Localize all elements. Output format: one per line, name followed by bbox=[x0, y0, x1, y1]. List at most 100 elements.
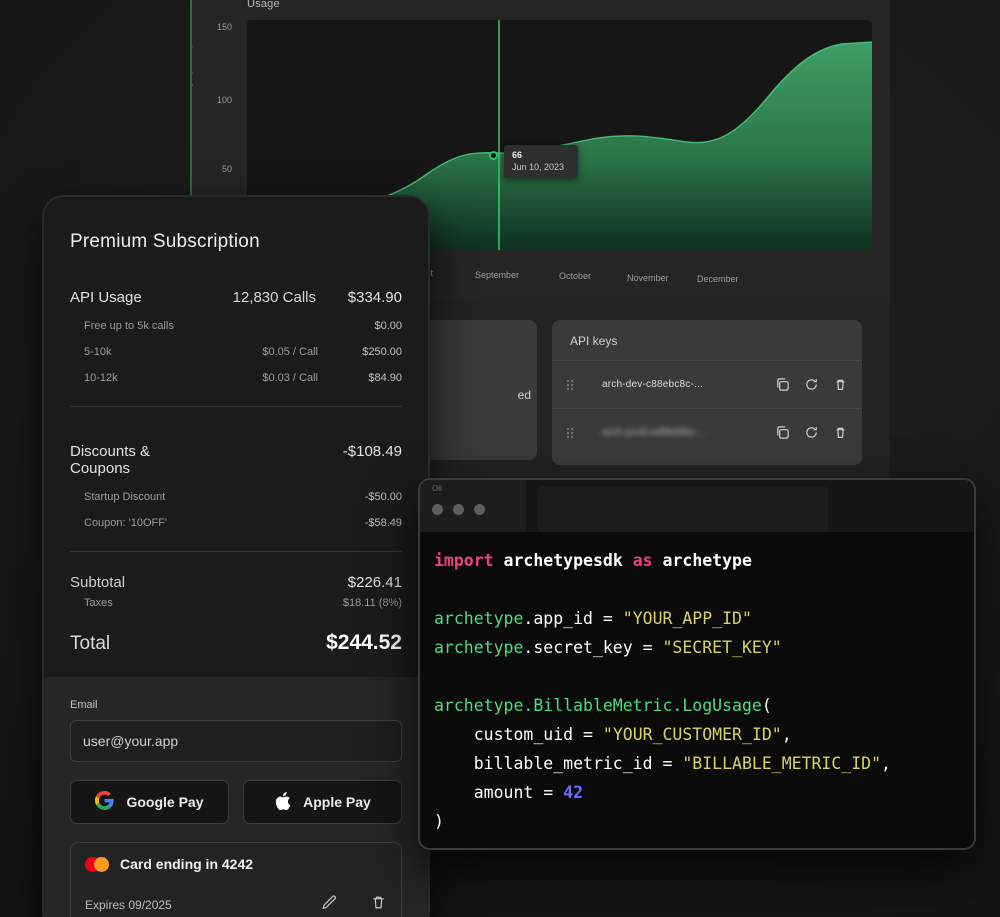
invoice-line-item: Startup Discount -$50.00 bbox=[70, 491, 402, 503]
code-token: .secret_key bbox=[523, 638, 633, 657]
subtotal-row: Subtotal $226.41 bbox=[70, 574, 402, 591]
invoice-line-name: Free up to 5k calls bbox=[84, 320, 174, 332]
pencil-icon[interactable] bbox=[321, 894, 338, 916]
invoice-line-rate: $0.03 / Call bbox=[262, 372, 318, 384]
invoice-line-item: Free up to 5k calls $0.00 bbox=[70, 320, 402, 332]
invoice-line-amount: -$58.49 bbox=[364, 517, 402, 529]
code-line: ) bbox=[434, 807, 974, 836]
refresh-icon[interactable] bbox=[804, 425, 819, 440]
subtotal-amount: $226.41 bbox=[347, 574, 402, 591]
invoice-line-name: Coupon: '10OFF' bbox=[84, 517, 168, 529]
chart-y-tick-50: 50 bbox=[221, 164, 232, 174]
chart-hover-point bbox=[489, 151, 498, 160]
saved-card-footer: Expires 09/2025 bbox=[85, 894, 387, 916]
chart-x-tick-october: October bbox=[559, 271, 592, 281]
taxes-label: Taxes bbox=[84, 597, 113, 609]
code-window-tab-label: Oli bbox=[432, 484, 442, 493]
trash-icon[interactable] bbox=[833, 377, 848, 392]
chart-x-tick-december: December bbox=[697, 274, 739, 284]
invoice-section-name: API Usage bbox=[70, 289, 142, 306]
close-dot-icon[interactable] bbox=[432, 504, 443, 515]
code-token: archetype bbox=[434, 609, 524, 628]
code-token: = bbox=[573, 725, 603, 744]
code-token: = bbox=[533, 783, 564, 802]
google-pay-button[interactable]: Google Pay bbox=[70, 780, 229, 824]
email-label: Email bbox=[70, 699, 98, 711]
api-keys-card: API keys arch-dev-c88ebc8c-... arch-prod… bbox=[552, 320, 862, 465]
refresh-icon[interactable] bbox=[804, 377, 819, 392]
code-line: billable_metric_id = "BILLABLE_METRIC_ID… bbox=[434, 749, 974, 778]
code-token: "SECRET_KEY" bbox=[662, 638, 782, 657]
api-key-row[interactable]: arch-prod-a4f8e99a-... bbox=[552, 408, 862, 456]
divider bbox=[70, 551, 402, 552]
google-icon bbox=[95, 791, 115, 813]
checkout-card: Premium Subscription API Usage 12,830 Ca… bbox=[42, 195, 430, 917]
google-pay-label: Google Pay bbox=[126, 794, 204, 810]
subtotal-label: Subtotal bbox=[70, 574, 126, 591]
chart-y-tick-150: 150 bbox=[216, 22, 232, 32]
payment-section: Email Google Pay bbox=[44, 677, 428, 917]
code-line: archetype.BillableMetric.LogUsage( bbox=[434, 691, 974, 720]
code-token: 42 bbox=[563, 783, 584, 802]
invoice-line-item: 10-12k $0.03 / Call $84.90 bbox=[70, 372, 402, 384]
copy-icon[interactable] bbox=[775, 425, 790, 440]
code-token: amount bbox=[434, 783, 534, 802]
code-line: amount = 42 bbox=[434, 778, 974, 807]
total-amount: $244.52 bbox=[326, 631, 402, 654]
code-token: "BILLABLE_METRIC_ID" bbox=[682, 754, 882, 773]
apple-pay-button[interactable]: Apple Pay bbox=[243, 780, 402, 824]
code-token: = bbox=[592, 609, 623, 628]
trash-icon[interactable] bbox=[370, 894, 387, 916]
chart-y-axis-label: Usage (k calls) bbox=[190, 44, 193, 102]
chart-x-tick-november: November bbox=[627, 273, 669, 283]
code-token: .app_id bbox=[523, 609, 593, 628]
screen-root: Usage Usage (k calls) 150 100 50 66 Jun … bbox=[0, 0, 1000, 917]
code-token: ( bbox=[761, 696, 772, 715]
maximize-dot-icon[interactable] bbox=[474, 504, 485, 515]
code-window-titlebar: Oli bbox=[420, 480, 974, 532]
api-keys-title: API keys bbox=[570, 334, 618, 348]
code-line: archetype.secret_key = "SECRET_KEY" bbox=[434, 633, 974, 662]
api-key-row[interactable]: arch-dev-c88ebc8c-... bbox=[552, 360, 862, 408]
invoice-section-header: Discounts & Coupons -$108.49 bbox=[70, 443, 402, 477]
chart-tooltip: 66 Jun 10, 2023 bbox=[504, 145, 578, 178]
taxes-amount: $18.11 (8%) bbox=[342, 597, 402, 609]
api-key-value: arch-prod-a4f8e99a-... bbox=[602, 427, 706, 438]
invoice-line-name: 10-12k bbox=[84, 372, 118, 384]
chart-y-tick-100: 100 bbox=[216, 95, 232, 105]
minimize-dot-icon[interactable] bbox=[453, 504, 464, 515]
code-token: , bbox=[881, 754, 891, 773]
saved-card-label: Card ending in 4242 bbox=[120, 856, 254, 872]
code-token: archetype bbox=[434, 638, 524, 657]
code-token: import bbox=[434, 551, 494, 570]
code-window-tab[interactable]: Oli bbox=[420, 480, 526, 532]
code-token: archetype bbox=[662, 551, 752, 570]
apple-icon bbox=[274, 791, 291, 814]
chart-tooltip-value: 66 bbox=[512, 150, 523, 160]
code-token: = bbox=[632, 638, 663, 657]
code-token: "YOUR_APP_ID" bbox=[622, 609, 752, 628]
invoice-section-amount: -$108.49 bbox=[342, 443, 402, 460]
saved-card-expiry: Expires 09/2025 bbox=[85, 898, 172, 912]
chart-title: Usage bbox=[247, 0, 280, 10]
grip-icon[interactable] bbox=[566, 379, 574, 391]
taxes-row: Taxes $18.11 (8%) bbox=[70, 597, 402, 609]
invoice-section-name: Discounts & Coupons bbox=[70, 443, 151, 477]
code-editor[interactable]: import archetypesdk as archetype archety… bbox=[420, 532, 974, 836]
saved-card[interactable]: Card ending in 4242 Expires 09/2025 bbox=[70, 842, 402, 917]
chart-x-tick-september: September bbox=[475, 270, 520, 280]
invoice-section-header: API Usage 12,830 Calls $334.90 bbox=[70, 289, 402, 306]
trash-icon[interactable] bbox=[833, 425, 848, 440]
grip-icon[interactable] bbox=[566, 427, 574, 439]
invoice-line-item: Coupon: '10OFF' -$58.49 bbox=[70, 517, 402, 529]
code-window: Oli import archetypesdk as archetype arc… bbox=[418, 478, 976, 850]
api-key-value: arch-dev-c88ebc8c-... bbox=[602, 379, 703, 390]
copy-icon[interactable] bbox=[775, 377, 790, 392]
code-window-tab-secondary[interactable] bbox=[538, 486, 828, 532]
email-field[interactable] bbox=[70, 720, 402, 762]
window-controls bbox=[432, 504, 485, 515]
code-line: import archetypesdk as archetype bbox=[434, 546, 974, 575]
